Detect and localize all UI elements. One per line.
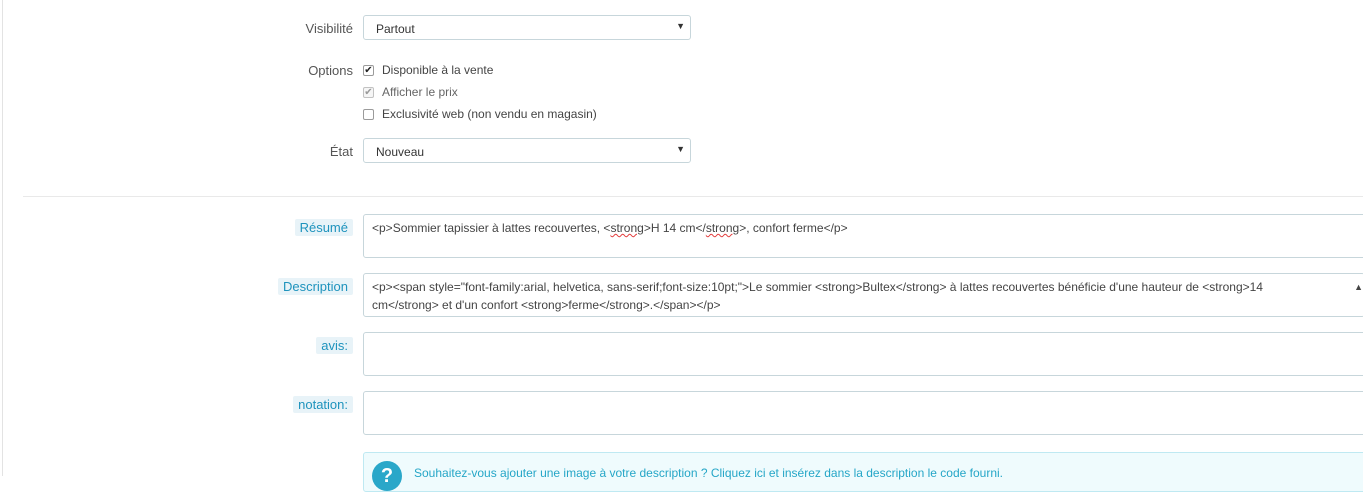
description-textarea[interactable]: <p><span style="font-family:arial, helve… (363, 273, 1363, 317)
panel-border (2, 0, 3, 476)
visibility-label: Visibilité (305, 21, 353, 36)
checkmark-icon: ✔ (364, 65, 373, 76)
description-label: Description (277, 278, 353, 295)
summary-label: Résumé (294, 219, 353, 236)
summary-textarea[interactable]: <p>Sommier tapissier à lattes recouverte… (363, 214, 1363, 258)
notation-label: notation: (293, 396, 353, 413)
caret-down-icon: ▼ (676, 144, 685, 154)
checkbox-available-for-sale[interactable]: ✔ (363, 65, 374, 76)
option-show-price-label: Afficher le prix (382, 85, 458, 99)
avis-textarea[interactable] (363, 332, 1363, 376)
scroll-up-icon[interactable]: ▲ (1354, 278, 1363, 296)
description-line-2: cm</strong> et d'un confort <strong>ferm… (372, 298, 721, 312)
visibility-selected-value: Partout (376, 22, 415, 36)
description-line-1: <p><span style="font-family:arial, helve… (372, 280, 1263, 294)
option-available-for-sale-label: Disponible à la vente (382, 63, 494, 77)
caret-down-icon: ▼ (676, 21, 685, 31)
visibility-select[interactable]: Partout ▼ (363, 15, 691, 40)
image-help-alert: ? Souhaitez-vous ajouter une image à vot… (363, 452, 1363, 492)
options-label: Options (308, 63, 353, 78)
condition-selected-value: Nouveau (376, 145, 425, 159)
checkbox-web-exclusive[interactable] (363, 109, 374, 120)
question-icon: ? (372, 461, 402, 491)
image-help-link[interactable]: Souhaitez-vous ajouter une image à votre… (414, 466, 1003, 480)
condition-label: État (329, 144, 353, 159)
condition-select[interactable]: Nouveau ▼ (363, 138, 691, 163)
notation-textarea[interactable] (363, 391, 1363, 435)
option-web-exclusive-label: Exclusivité web (non vendu en magasin) (382, 107, 597, 121)
checkmark-icon: ✔ (364, 87, 373, 98)
section-divider (23, 196, 1363, 197)
checkbox-show-price[interactable]: ✔ (363, 87, 374, 98)
avis-label: avis: (316, 337, 353, 354)
